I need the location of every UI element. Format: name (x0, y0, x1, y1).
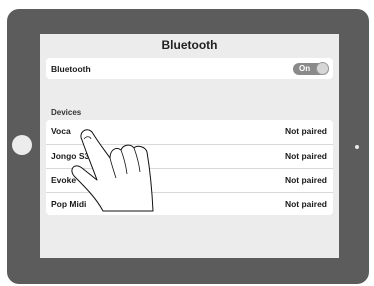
bluetooth-setting-row: Bluetooth On (46, 58, 333, 79)
device-row-pop-midi[interactable]: Pop Midi Not paired (46, 192, 333, 215)
device-row-voca[interactable]: Voca Not paired (46, 120, 333, 143)
devices-section-header: Devices (51, 108, 82, 117)
device-status: Not paired (284, 126, 327, 136)
device-status: Not paired (284, 151, 327, 161)
device-row-evoke[interactable]: Evoke Not paired (46, 168, 333, 191)
devices-list: Voca Not paired Jongo S3 Not paired Evok… (46, 120, 333, 215)
toggle-knob (316, 62, 329, 75)
camera-dot (355, 145, 359, 149)
bluetooth-toggle[interactable]: On (293, 62, 329, 75)
page-title: Bluetooth (161, 38, 218, 52)
device-name: Pop Midi (51, 199, 87, 209)
toggle-on-label: On (299, 64, 311, 73)
screen: Bluetooth Bluetooth On Devices Voca Not … (40, 34, 339, 258)
bluetooth-label: Bluetooth (51, 64, 91, 74)
device-name: Evoke (51, 175, 77, 185)
device-row-jongo-s3[interactable]: Jongo S3 Not paired (46, 144, 333, 167)
home-button[interactable] (12, 135, 32, 155)
device-status: Not paired (284, 199, 327, 209)
device-status: Not paired (284, 175, 327, 185)
device-name: Voca (51, 126, 71, 136)
device-name: Jongo S3 (51, 151, 90, 161)
